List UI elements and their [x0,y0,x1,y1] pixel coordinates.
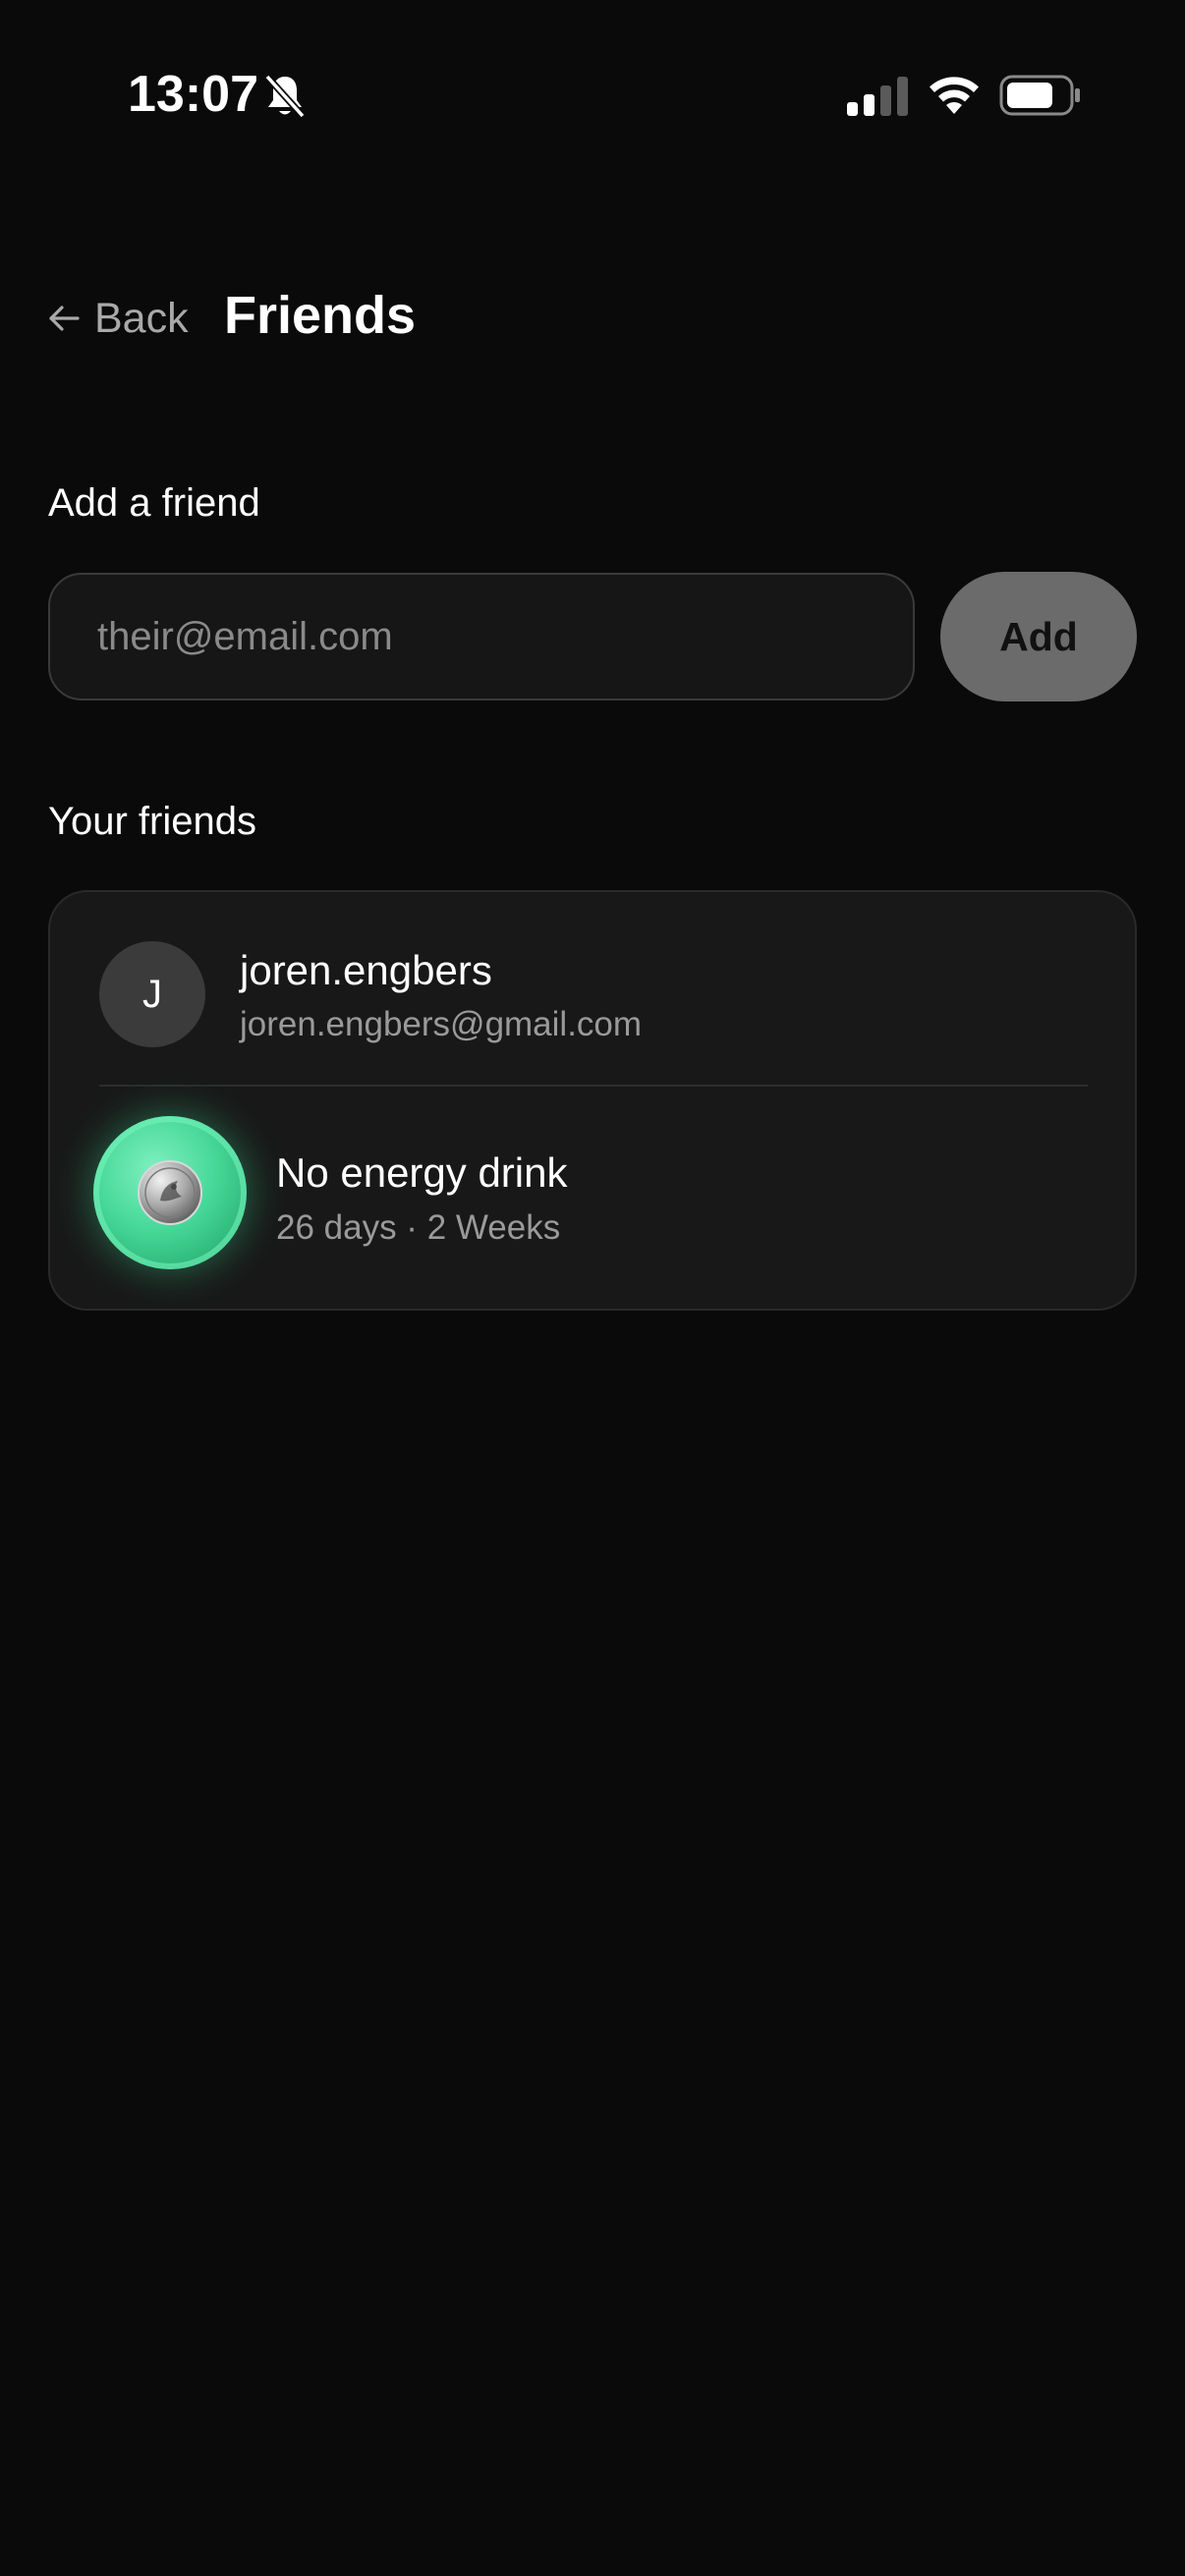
friend-name: joren.engbers [240,947,492,993]
friends-card: J joren.engbers joren.engbers@gmail.com [48,890,1137,1311]
goal-badge [93,1116,247,1269]
friend-avatar: J [99,941,205,1047]
your-friends-label: Your friends [48,800,256,843]
goal-title: No energy drink [276,1149,568,1196]
page-title: Friends [224,286,417,345]
back-button[interactable]: Back [47,287,189,350]
arrow-left-icon [49,306,80,331]
status-time: 13:07 [128,66,258,123]
back-label: Back [94,294,189,342]
friend-email: joren.engbers@gmail.com [240,1005,643,1043]
signal-icon [847,77,908,116]
add-friend-label: Add a friend [48,481,260,525]
goal-meta: 26 days · 2 Weeks [276,1208,561,1247]
add-friend-button[interactable]: Add [940,572,1137,701]
bell-slash-icon [264,74,306,119]
friend-email-input[interactable] [48,573,915,700]
wifi-icon [930,77,979,114]
status-bar: 13:07 [0,0,1185,196]
coin-icon [138,1160,202,1225]
battery-icon [999,75,1080,116]
friend-row[interactable]: J joren.engbers joren.engbers@gmail.com [50,892,1135,1085]
friend-goal-row[interactable]: No energy drink 26 days · 2 Weeks [50,1087,1135,1311]
